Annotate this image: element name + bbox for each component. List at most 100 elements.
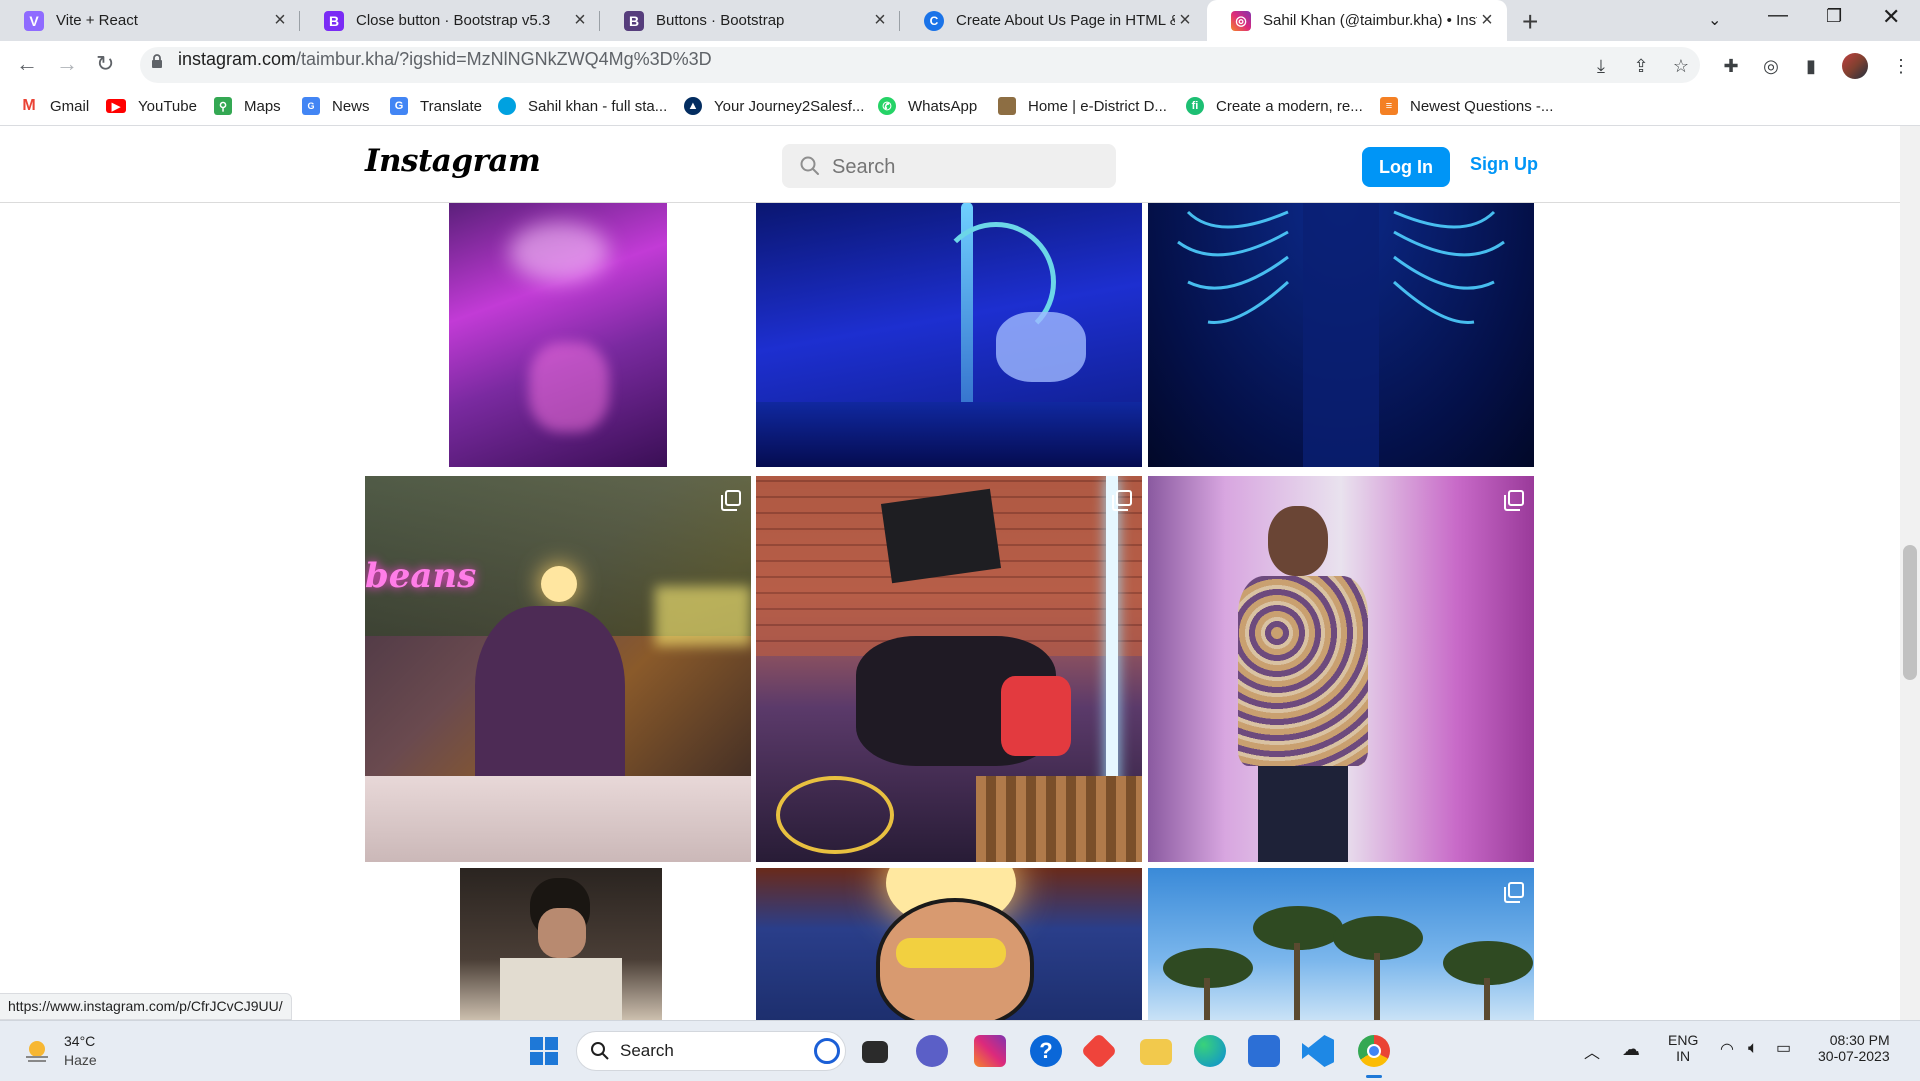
share-icon[interactable]: ⇪ (1630, 55, 1652, 77)
url-path: /taimbur.kha/?igshid=MzNlNGNkZWQ4Mg%3D%3… (296, 49, 712, 69)
bookmark-whatsapp[interactable]: ✆ WhatsApp (878, 89, 977, 123)
onedrive-icon[interactable]: ☁ (1622, 1039, 1640, 1060)
teams-meet-icon[interactable] (916, 1035, 948, 1067)
task-view-icon[interactable] (862, 1041, 888, 1063)
close-tab-icon[interactable]: × (870, 9, 890, 32)
file-explorer-icon[interactable] (1140, 1039, 1172, 1065)
tab-vite-react[interactable]: V Vite + React × (0, 0, 300, 41)
post-floral-jacket[interactable] (1148, 476, 1534, 862)
multi-image-icon (1504, 882, 1524, 903)
clock-date: 30-07-2023 (1818, 1048, 1890, 1064)
install-app-icon[interactable]: ⤓ (1590, 55, 1612, 77)
copilot-icon[interactable] (814, 1038, 840, 1064)
close-tab-icon[interactable]: × (570, 9, 590, 32)
close-tab-icon[interactable]: × (270, 9, 290, 32)
search-icon (591, 1042, 609, 1060)
post-cafe-neon-beans[interactable]: beans (365, 476, 751, 862)
lock-icon[interactable] (150, 54, 164, 68)
neon-sign: beans (365, 556, 477, 596)
bookmark-youtube[interactable]: ▶ YouTube (106, 89, 197, 123)
chrome-icon[interactable] (1358, 1035, 1390, 1067)
instagram-icon[interactable] (974, 1035, 1006, 1067)
profile-avatar[interactable] (1842, 53, 1868, 79)
tab-bootstrap-buttons[interactable]: B Buttons · Bootstrap × (600, 0, 900, 41)
tab-search-icon[interactable]: ⌄ (1708, 10, 1721, 30)
bookmark-stackoverflow[interactable]: ≡ Newest Questions -... (1380, 89, 1553, 123)
url-text[interactable]: instagram.com/taimbur.kha/?igshid=MzNlNG… (178, 49, 712, 70)
bookmark-salesforce[interactable]: Sahil khan - full sta... (498, 89, 667, 123)
forward-button[interactable]: → (56, 51, 78, 77)
weather-haze-icon[interactable] (22, 1036, 52, 1066)
bookmark-star-icon[interactable]: ☆ (1670, 55, 1692, 77)
bookmark-e-district[interactable]: Home | e-District D... (998, 89, 1167, 123)
vscode-icon[interactable] (1302, 1035, 1334, 1067)
emblem-icon (998, 97, 1016, 115)
performance-icon[interactable]: ◎ (1760, 55, 1782, 77)
restore-button[interactable]: ❐ (1826, 6, 1842, 27)
post-purple-smoke-party[interactable] (449, 202, 667, 467)
hookah-base (776, 776, 894, 854)
bookmark-label: Maps (244, 97, 281, 115)
battery-icon[interactable]: ▭ (1776, 1038, 1791, 1058)
clock[interactable]: 08:30 PM 30-07-2023 (1818, 1032, 1890, 1064)
close-tab-icon[interactable]: × (1175, 9, 1195, 32)
bookmark-gmail[interactable]: M Gmail (20, 89, 89, 123)
minimize-button[interactable]: — (1768, 4, 1788, 27)
bookmark-maps[interactable]: ⚲ Maps (214, 89, 281, 123)
clock-time: 08:30 PM (1829, 1032, 1890, 1048)
taskbar-search[interactable] (576, 1031, 846, 1071)
url-host: instagram.com (178, 49, 297, 69)
close-window-button[interactable]: ✕ (1882, 4, 1900, 30)
volume-icon[interactable]: 🔈︎ (1748, 1038, 1758, 1058)
post-portrait-phone[interactable] (460, 868, 662, 1020)
post-blue-hookah-table[interactable] (756, 202, 1142, 467)
wooden-chair (976, 776, 1142, 862)
login-button[interactable]: Log In (1362, 147, 1450, 187)
yellow-neon-text (655, 586, 751, 646)
maps-icon: ⚲ (214, 97, 232, 115)
bookmark-fiverr[interactable]: fi Create a modern, re... (1186, 89, 1363, 123)
dark-trousers (1258, 766, 1348, 862)
post-group-brick-wall[interactable] (756, 476, 1142, 862)
new-tab-button[interactable]: + (1522, 6, 1538, 38)
back-button[interactable]: ← (16, 51, 38, 77)
taskbar-search-label: Search (620, 1041, 674, 1060)
lang-line2: IN (1676, 1048, 1691, 1064)
menu-kebab-icon[interactable]: ⋮ (1890, 55, 1912, 77)
wifi-icon[interactable]: ◠ (1720, 1039, 1734, 1059)
news-icon: G (302, 97, 320, 115)
bootstrap-icon: B (624, 10, 644, 31)
store-icon[interactable] (1248, 1035, 1280, 1067)
scrollbar-thumb[interactable] (1903, 545, 1917, 680)
bookmark-label: Newest Questions -... (1410, 97, 1554, 115)
chevron-up-icon[interactable]: ︿ (1584, 1039, 1600, 1063)
bookmark-news[interactable]: G News (302, 89, 370, 123)
help-icon[interactable]: ? (1030, 1035, 1062, 1067)
anydesk-icon[interactable] (1080, 1032, 1118, 1070)
side-panel-icon[interactable]: ▮ (1800, 55, 1822, 77)
close-tab-icon[interactable]: × (1477, 9, 1497, 32)
bookmark-trailhead[interactable]: ▲ Your Journey2Salesf... (684, 89, 864, 123)
tab-instagram[interactable]: ◎ Sahil Khan (@taimbur.kha) • Insta × (1207, 0, 1507, 41)
post-mural-painting[interactable] (756, 868, 1142, 1020)
tab-bootstrap-close-button[interactable]: B Close button · Bootstrap v5.3 × (300, 0, 600, 41)
post-palm-trees[interactable] (1148, 868, 1534, 1020)
tab-title: Close button · Bootstrap v5.3 (356, 12, 551, 29)
bookmark-translate[interactable]: G Translate (390, 89, 482, 123)
post-neon-wings[interactable] (1148, 202, 1534, 467)
instagram-icon: ◎ (1231, 10, 1251, 31)
signup-link[interactable]: Sign Up (1470, 154, 1538, 175)
search-input[interactable] (830, 149, 1104, 185)
extensions-icon[interactable]: ✚ (1720, 55, 1742, 77)
edge-icon[interactable] (1194, 1035, 1226, 1067)
palm-trees-graphic (1163, 906, 1533, 1020)
chrome-center (1367, 1044, 1381, 1058)
reload-button[interactable]: ↻ (96, 51, 114, 77)
tab-about-us-page[interactable]: C Create About Us Page in HTML & × (900, 0, 1205, 41)
instagram-logo[interactable]: Instagram (365, 143, 541, 179)
start-button[interactable] (528, 1035, 560, 1067)
instagram-header: Instagram Log In Sign Up (0, 126, 1900, 203)
language-indicator[interactable]: ENG IN (1668, 1032, 1698, 1064)
table-surface (756, 402, 1142, 467)
tab-title: Vite + React (56, 12, 138, 29)
